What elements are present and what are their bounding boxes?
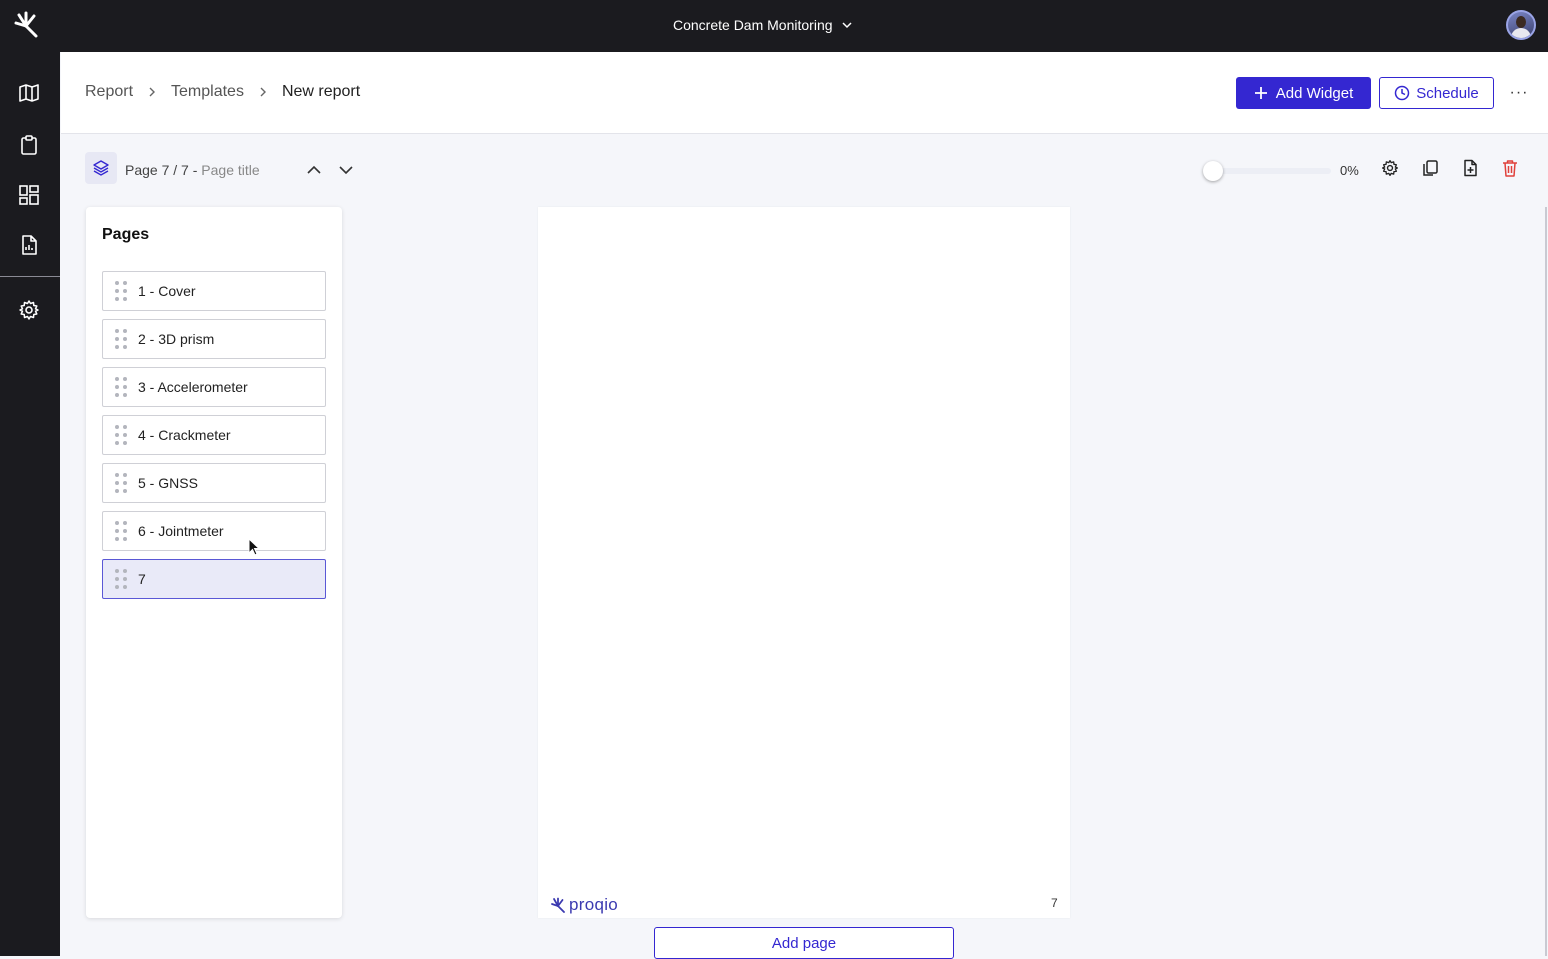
- page-item-label: 6 - Jointmeter: [138, 523, 224, 539]
- chevron-up-icon[interactable]: [304, 160, 324, 180]
- breadcrumb-current: New report: [281, 83, 361, 100]
- drag-handle-icon[interactable]: [115, 569, 127, 589]
- top-bar: Concrete Dam Monitoring: [0, 0, 1548, 52]
- breadcrumb: Report Templates New report: [85, 83, 360, 101]
- page-list-item[interactable]: 6 - Jointmeter: [102, 511, 326, 551]
- map-icon[interactable]: [18, 82, 40, 104]
- chevron-right-icon: [260, 87, 266, 97]
- prism-logo-icon: [551, 897, 565, 913]
- report-icon[interactable]: [18, 234, 40, 256]
- page-title-field[interactable]: Page title: [201, 162, 259, 178]
- drag-handle-icon[interactable]: [115, 281, 127, 301]
- mouse-cursor-icon: [248, 538, 261, 556]
- page-item-label: 7: [138, 571, 146, 587]
- sidebar-divider: [0, 276, 60, 277]
- layers-button[interactable]: [85, 152, 117, 184]
- chevron-down-icon[interactable]: [336, 160, 356, 180]
- page-header: Report Templates New report Add Widget S…: [61, 52, 1548, 134]
- layers-icon: [93, 160, 109, 176]
- report-page-canvas[interactable]: proqio 7: [538, 207, 1070, 918]
- prism-logo-icon[interactable]: [12, 10, 40, 40]
- drag-handle-icon[interactable]: [115, 473, 127, 493]
- drag-handle-icon[interactable]: [115, 521, 127, 541]
- page-list-item[interactable]: 1 - Cover: [102, 271, 326, 311]
- page-item-label: 2 - 3D prism: [138, 331, 215, 347]
- page-list-item[interactable]: 2 - 3D prism: [102, 319, 326, 359]
- page-list-item[interactable]: 3 - Accelerometer: [102, 367, 326, 407]
- chevron-right-icon: [149, 87, 156, 97]
- plus-icon: [1254, 87, 1267, 99]
- chevron-down-icon: [841, 22, 852, 29]
- clipboard-icon[interactable]: [18, 134, 40, 156]
- scrollbar[interactable]: [1545, 207, 1547, 956]
- schedule-button[interactable]: Schedule: [1379, 77, 1494, 109]
- copy-icon[interactable]: [1420, 158, 1440, 178]
- page-item-label: 4 - Crackmeter: [138, 427, 231, 443]
- page-toolbar: Page 7 / 7 - Page title 0%: [61, 134, 1548, 206]
- project-name: Concrete Dam Monitoring: [673, 17, 833, 33]
- drag-handle-icon[interactable]: [115, 425, 127, 445]
- canvas-page-number: 7: [1051, 896, 1058, 910]
- proqio-logo: proqio: [550, 895, 618, 913]
- drag-handle-icon[interactable]: [115, 329, 127, 349]
- gear-icon[interactable]: [18, 299, 40, 321]
- logo-text: proqio: [569, 895, 619, 914]
- breadcrumb-report[interactable]: Report: [85, 83, 133, 101]
- clock-icon: [1394, 85, 1410, 101]
- page-item-label: 1 - Cover: [138, 283, 196, 299]
- page-list-item[interactable]: 4 - Crackmeter: [102, 415, 326, 455]
- project-selector[interactable]: Concrete Dam Monitoring: [673, 17, 853, 33]
- drag-handle-icon[interactable]: [115, 377, 127, 397]
- settings-icon[interactable]: [1380, 158, 1400, 178]
- more-options-button[interactable]: ···: [1505, 80, 1533, 106]
- sidebar: [0, 52, 60, 956]
- pages-title: Pages: [102, 226, 150, 243]
- page-position: Page 7 / 7 -: [125, 162, 198, 178]
- page-indicator: Page 7 / 7 - Page title: [125, 162, 260, 178]
- page-list-item[interactable]: 7: [102, 559, 326, 599]
- breadcrumb-templates[interactable]: Templates: [171, 83, 244, 101]
- page-list-item[interactable]: 5 - GNSS: [102, 463, 326, 503]
- zoom-slider[interactable]: [1203, 161, 1331, 181]
- dashboard-icon[interactable]: [18, 184, 40, 206]
- schedule-label: Schedule: [1416, 84, 1479, 102]
- add-widget-label: Add Widget: [1275, 84, 1354, 102]
- avatar[interactable]: [1506, 10, 1536, 40]
- add-page-button[interactable]: Add page: [654, 927, 954, 959]
- zoom-label: 0%: [1340, 163, 1359, 178]
- add-file-icon[interactable]: [1460, 158, 1480, 178]
- page-item-label: 3 - Accelerometer: [138, 379, 248, 395]
- trash-icon[interactable]: [1500, 158, 1520, 178]
- zoom-slider-thumb[interactable]: [1203, 161, 1223, 181]
- add-widget-button[interactable]: Add Widget: [1236, 77, 1371, 109]
- pages-panel: Pages 1 - Cover 2 - 3D prism 3 - Accelerom…: [86, 207, 342, 918]
- page-item-label: 5 - GNSS: [138, 475, 198, 491]
